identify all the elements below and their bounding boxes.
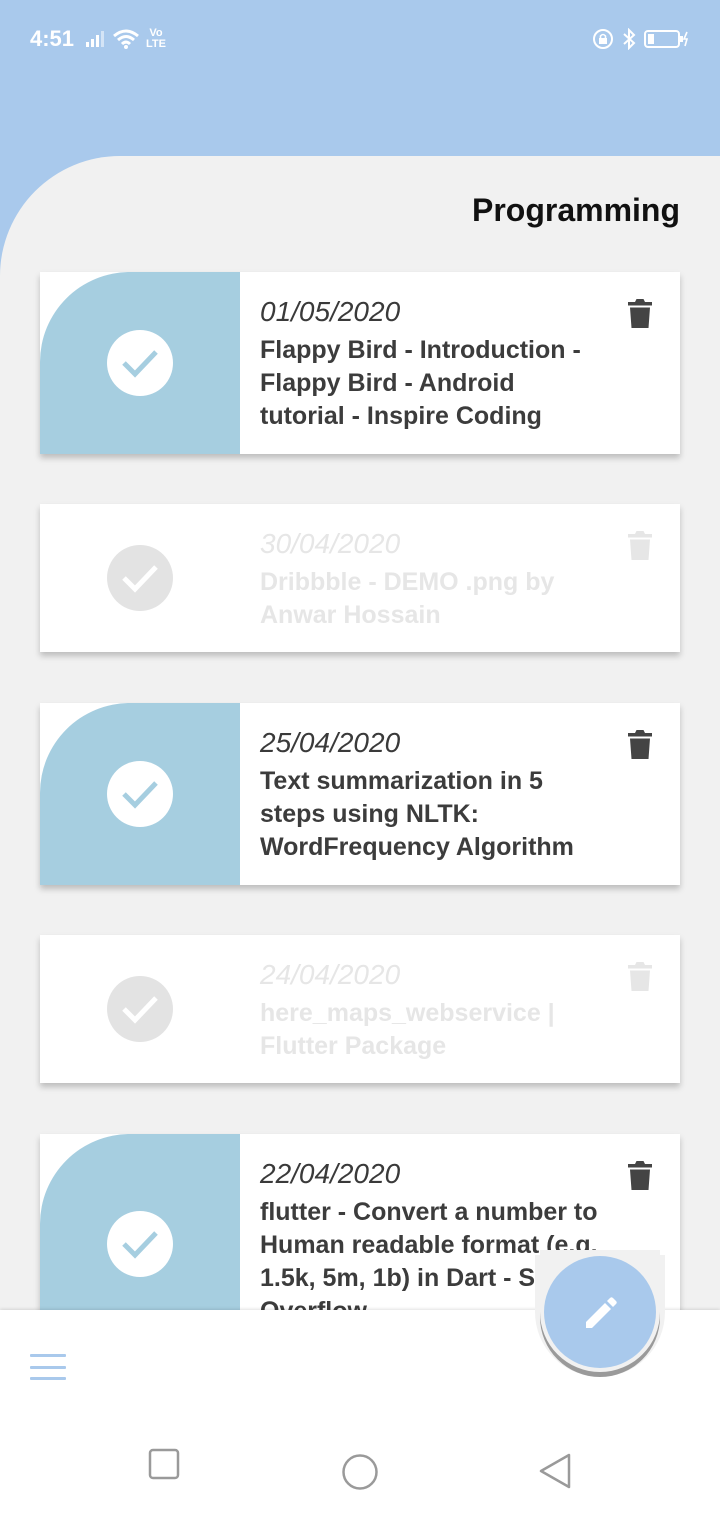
pencil-icon [586,1297,617,1328]
note-date: 01/05/2020 [260,296,401,327]
trash-icon[interactable] [628,298,652,328]
note-check-area[interactable] [40,935,240,1083]
check-button[interactable] [107,330,173,396]
back-button[interactable] [538,1452,572,1490]
note-card[interactable]: 01/05/2020 Flappy Bird - Introduction - … [40,272,680,454]
check-button[interactable] [107,545,173,611]
note-title: Dribbble - DEMO .png by Anwar Hossain [260,568,555,629]
recents-button[interactable] [148,1448,180,1480]
volte-indicator: Vo LTE [146,27,166,50]
check-button[interactable] [107,761,173,827]
note-date: 30/04/2020 [260,528,401,559]
check-icon [122,565,158,593]
note-check-area[interactable] [40,703,240,885]
home-button[interactable] [341,1453,379,1491]
bluetooth-icon [623,28,636,50]
trash-icon[interactable] [628,530,652,560]
status-time: 4:51 [30,26,75,51]
menu-icon[interactable] [30,1354,66,1380]
note-title: here_maps_webservice | Flutter Package [260,999,555,1060]
lock-rotation-icon [593,29,613,49]
edit-note-button[interactable] [544,1256,656,1368]
note-date: 24/04/2020 [260,959,401,990]
trash-icon[interactable] [628,961,652,991]
note-title: Flappy Bird - Introduction - Flappy Bird… [260,336,581,430]
note-card[interactable]: 30/04/2020 Dribbble - DEMO .png by Anwar… [40,504,680,652]
note-date: 25/04/2020 [260,727,401,758]
signal-icon [86,31,104,47]
trash-icon[interactable] [628,1160,652,1190]
status-bar: 4:51 Vo LTE [0,0,720,78]
trash-icon[interactable] [628,729,652,759]
wifi-icon [113,29,139,49]
check-icon [122,350,158,378]
note-card[interactable]: 25/04/2020 Text summarization in 5 steps… [40,703,680,885]
note-check-area[interactable] [40,504,240,652]
note-card[interactable]: 24/04/2020 here_maps_webservice | Flutte… [40,935,680,1083]
check-button[interactable] [107,976,173,1042]
check-icon [122,1231,158,1259]
page-title: Programming [471,192,680,228]
check-button[interactable] [107,1211,173,1277]
battery-icon [644,30,689,48]
note-date: 22/04/2020 [260,1158,401,1189]
check-icon [122,996,158,1024]
note-check-area[interactable] [40,272,240,454]
note-title: Text summarization in 5 steps using NLTK… [260,767,574,861]
check-icon [122,781,158,809]
